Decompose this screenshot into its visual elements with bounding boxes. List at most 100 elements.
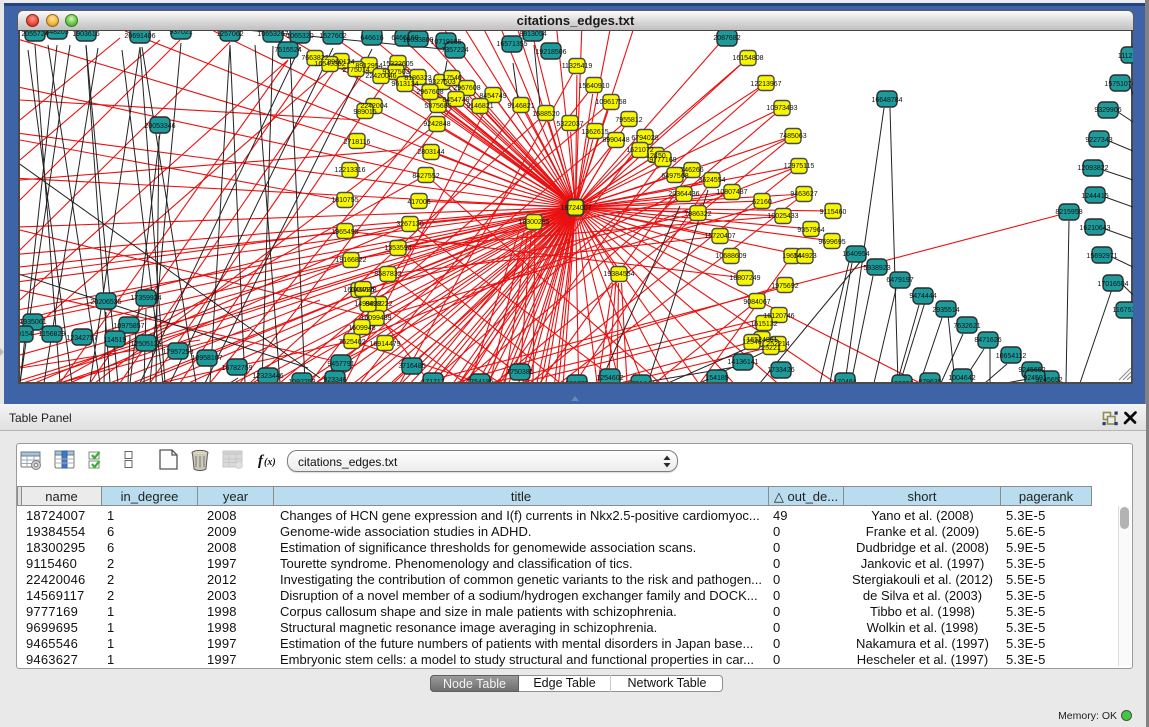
svg-text:1112254: 1112254 xyxy=(1118,53,1133,60)
svg-text:3716485: 3716485 xyxy=(398,363,425,370)
svg-text:1810755: 1810755 xyxy=(331,197,358,204)
svg-text:9329906: 9329906 xyxy=(1094,107,1121,114)
svg-text:16914479: 16914479 xyxy=(369,341,400,348)
svg-text:16154808: 16154808 xyxy=(732,55,763,62)
svg-text:8587832: 8587832 xyxy=(374,271,401,278)
svg-text:20206535: 20206535 xyxy=(90,299,121,306)
svg-text:20691406: 20691406 xyxy=(124,33,155,40)
svg-text:170464: 170464 xyxy=(833,379,856,382)
svg-text:12093822: 12093822 xyxy=(1077,165,1108,172)
svg-text:20364436: 20364436 xyxy=(668,191,699,198)
svg-text:16571355: 16571355 xyxy=(496,41,527,48)
svg-text:20053346: 20053346 xyxy=(144,123,175,130)
svg-text:12546: 12546 xyxy=(742,339,762,346)
svg-text:7485063: 7485063 xyxy=(779,133,806,140)
svg-text:12323446: 12323446 xyxy=(252,373,283,380)
svg-text:2718116: 2718116 xyxy=(344,139,371,146)
svg-text:8813054: 8813054 xyxy=(519,31,546,38)
svg-text:5938923: 5938923 xyxy=(863,265,890,272)
svg-text:848205: 848205 xyxy=(45,31,68,36)
svg-text:1362615: 1362615 xyxy=(581,129,608,136)
svg-text:9463627: 9463627 xyxy=(790,191,817,198)
svg-text:19218506: 19218506 xyxy=(535,49,566,56)
svg-text:1791447: 1791447 xyxy=(627,381,654,382)
svg-text:130258: 130258 xyxy=(890,381,913,382)
svg-text:1754185: 1754185 xyxy=(466,379,493,382)
svg-text:5322037: 5322037 xyxy=(556,121,583,128)
svg-text:25221: 25221 xyxy=(761,345,781,352)
svg-text:1527602: 1527602 xyxy=(319,33,346,40)
svg-text:1640954: 1640954 xyxy=(842,251,869,258)
svg-text:9115460: 9115460 xyxy=(820,209,847,216)
svg-text:7632621: 7632621 xyxy=(953,323,980,330)
svg-text:12213316: 12213316 xyxy=(334,167,365,174)
svg-text:1615132: 1615132 xyxy=(750,321,777,328)
svg-text:1167533: 1167533 xyxy=(1113,307,1133,314)
svg-text:154185: 154185 xyxy=(705,375,728,382)
svg-text:10688609: 10688609 xyxy=(715,253,746,260)
svg-text:3267130: 3267130 xyxy=(396,221,423,228)
svg-text:1257062: 1257062 xyxy=(216,31,243,38)
svg-text:746266: 746266 xyxy=(680,167,703,174)
svg-text:144923: 144923 xyxy=(793,253,816,260)
svg-text:12975115: 12975115 xyxy=(784,163,815,170)
svg-text:7955812: 7955812 xyxy=(615,117,642,124)
svg-text:16210643: 16210643 xyxy=(1079,225,1110,232)
svg-text:9457791: 9457791 xyxy=(327,361,354,368)
svg-text:15751074: 15751074 xyxy=(1104,81,1133,88)
svg-text:1975692: 1975692 xyxy=(771,283,798,290)
svg-text:417006: 417006 xyxy=(407,199,430,206)
svg-text:10653267: 10653267 xyxy=(257,31,288,38)
svg-text:5875685: 5875685 xyxy=(424,103,451,110)
svg-text:10025433: 10025433 xyxy=(767,213,798,220)
svg-text:16543382: 16543382 xyxy=(314,61,345,68)
svg-text:10807487: 10807487 xyxy=(716,189,747,196)
svg-text:923346: 923346 xyxy=(323,377,346,382)
svg-text:9146821: 9146821 xyxy=(507,103,534,110)
svg-text:16033809: 16033809 xyxy=(402,37,433,44)
svg-text:9245652: 9245652 xyxy=(1018,367,1045,374)
svg-text:12342757: 12342757 xyxy=(66,335,97,342)
svg-text:9357964: 9357964 xyxy=(797,227,824,234)
svg-text:16782759: 16782759 xyxy=(221,365,252,372)
svg-text:8215958: 8215958 xyxy=(1055,209,1082,216)
svg-text:1254602: 1254602 xyxy=(596,375,623,382)
svg-text:12213967: 12213967 xyxy=(750,81,781,88)
svg-text:10958107: 10958107 xyxy=(191,355,222,362)
svg-text:7515524: 7515524 xyxy=(274,47,301,54)
svg-text:16099489: 16099489 xyxy=(360,315,391,322)
svg-text:9242848: 9242848 xyxy=(423,121,450,128)
svg-text:1588520: 1588520 xyxy=(532,111,559,118)
svg-text:1499822: 1499822 xyxy=(354,301,381,308)
svg-text:39154: 39154 xyxy=(20,331,33,338)
svg-text:9613134: 9613134 xyxy=(391,81,418,88)
svg-text:19166822: 19166822 xyxy=(335,257,366,264)
svg-text:7357224: 7357224 xyxy=(441,47,468,54)
svg-text:981779: 981779 xyxy=(565,381,588,382)
svg-text:879635: 879635 xyxy=(918,379,941,382)
svg-text:15692971: 15692971 xyxy=(1086,253,1117,260)
svg-text:17546: 17546 xyxy=(442,75,462,82)
svg-text:19384554: 19384554 xyxy=(603,271,634,278)
svg-text:1092253: 1092253 xyxy=(288,379,315,382)
svg-text:22420046: 22420046 xyxy=(365,73,396,80)
svg-text:1609948: 1609948 xyxy=(348,325,375,332)
svg-text:1903616: 1903616 xyxy=(72,31,99,38)
svg-text:9227343: 9227343 xyxy=(1085,137,1112,144)
svg-text:1353594: 1353594 xyxy=(384,245,411,252)
svg-text:114519: 114519 xyxy=(104,337,127,344)
svg-text:10975857: 10975857 xyxy=(113,323,144,330)
svg-text:9474444: 9474444 xyxy=(909,293,936,300)
svg-text:1750385: 1750385 xyxy=(506,369,533,376)
svg-text:646616: 646616 xyxy=(360,35,383,42)
svg-text:1004642: 1004642 xyxy=(948,375,975,382)
svg-text:2935514: 2935514 xyxy=(932,307,959,314)
svg-text:17016504: 17016504 xyxy=(1097,281,1128,288)
svg-text:2967608: 2967608 xyxy=(416,89,443,96)
svg-text:11325419: 11325419 xyxy=(562,63,593,70)
svg-text:3624554: 3624554 xyxy=(698,177,725,184)
svg-text:10973493: 10973493 xyxy=(766,105,797,112)
svg-text:6794028: 6794028 xyxy=(631,135,658,142)
svg-text:15322605: 15322605 xyxy=(382,61,413,68)
svg-text:10719185: 10719185 xyxy=(430,39,461,46)
